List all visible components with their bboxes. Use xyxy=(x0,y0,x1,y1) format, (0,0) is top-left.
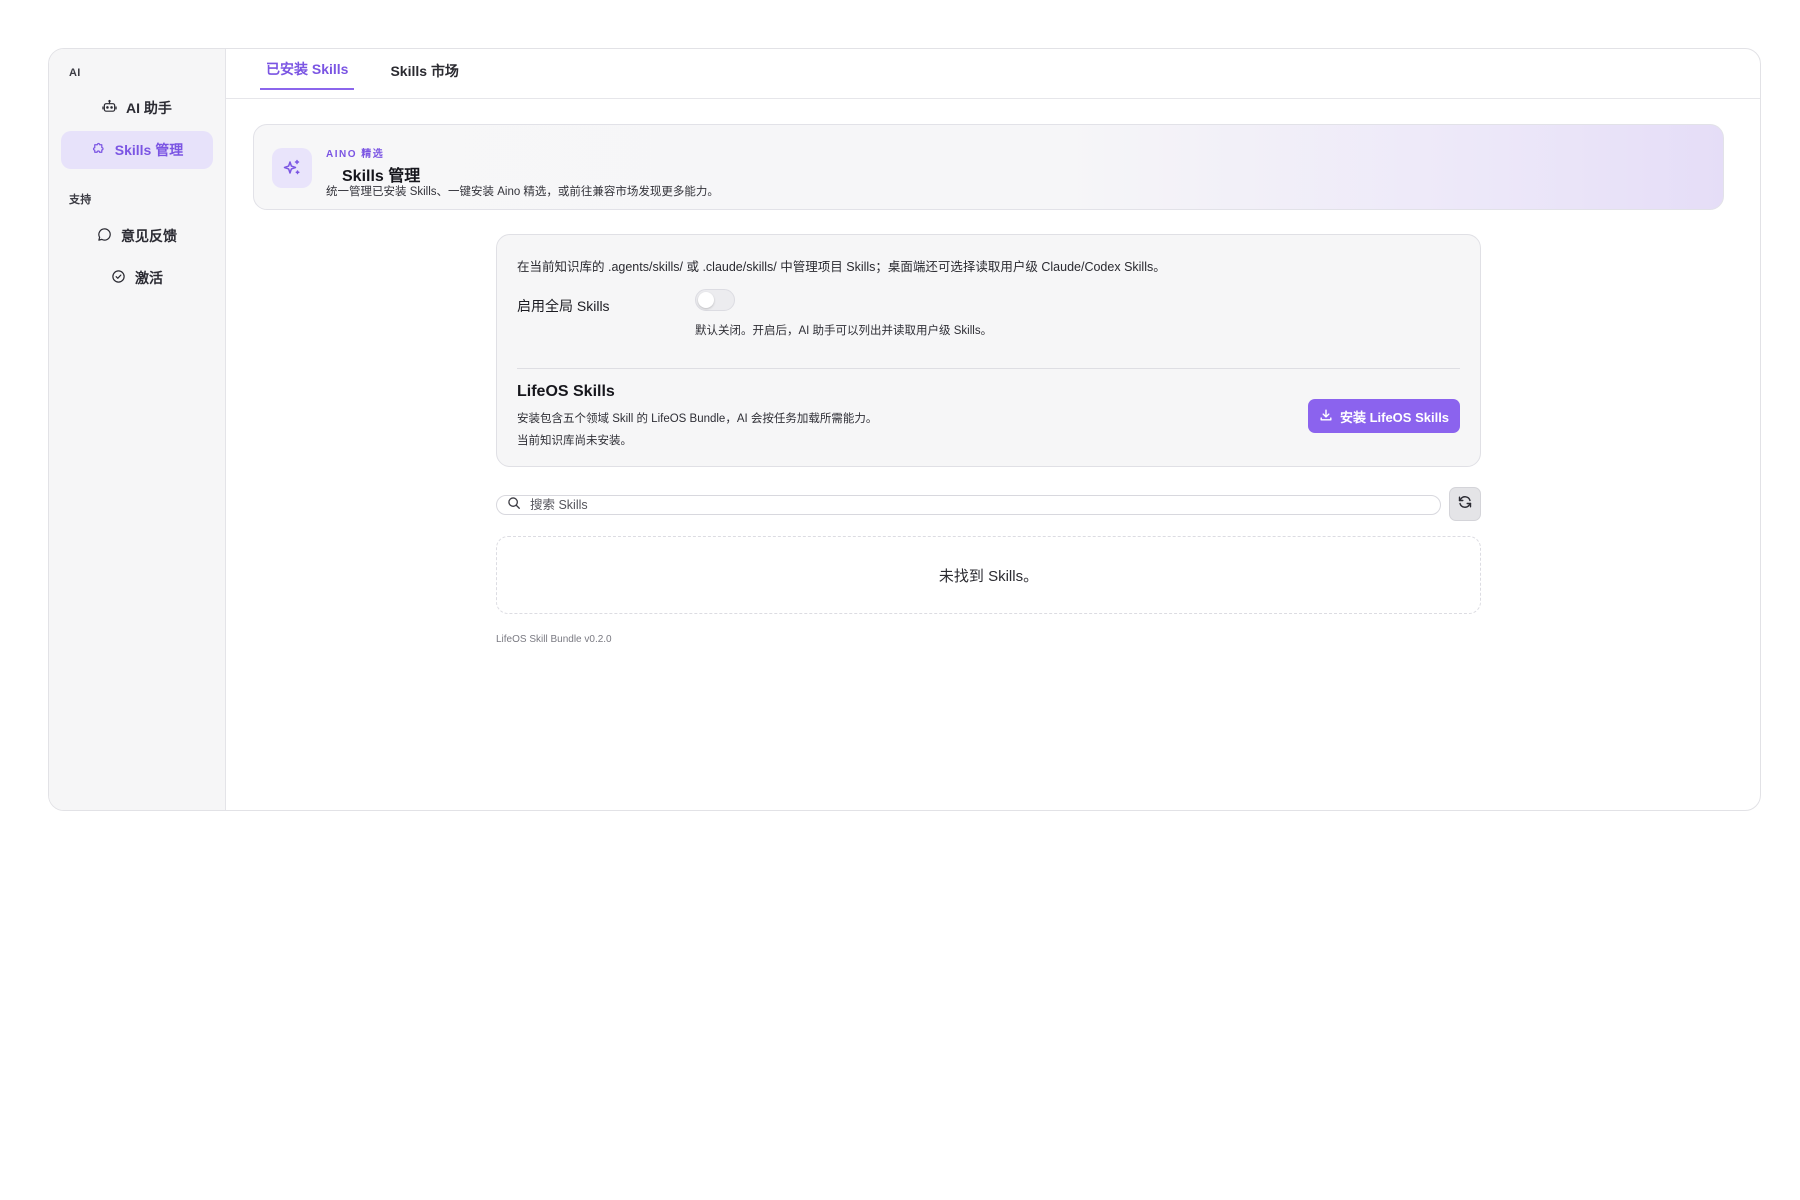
tab-installed-skills[interactable]: 已安装 Skills xyxy=(260,59,355,90)
refresh-icon xyxy=(1457,494,1473,515)
sidebar-section-support: 支持 xyxy=(69,194,92,206)
toggle-knob xyxy=(698,292,714,308)
app-window: AI AI 助手 Skills 管理 支持 意见反馈 激活 已安装 Skills… xyxy=(48,48,1761,811)
refresh-button[interactable] xyxy=(1449,487,1481,521)
tab-skills-market[interactable]: Skills 市场 xyxy=(384,61,464,90)
lifeos-title: LifeOS Skills xyxy=(517,383,615,400)
global-skills-toggle[interactable] xyxy=(695,289,735,311)
sidebar-item-activate[interactable]: 激活 xyxy=(61,259,213,297)
tab-bar: 已安装 Skills Skills 市场 xyxy=(226,49,1760,99)
sidebar: AI AI 助手 Skills 管理 支持 意见反馈 激活 xyxy=(49,49,226,810)
search-row xyxy=(496,487,1481,521)
search-icon xyxy=(507,496,521,515)
hero-tag: AINO 精选 xyxy=(326,149,385,160)
panel-intro: 在当前知识库的 .agents/skills/ 或 .claude/skills… xyxy=(517,260,1166,274)
lifeos-description: 安装包含五个领域 Skill 的 LifeOS Bundle，AI 会按任务加载… xyxy=(517,413,878,425)
settings-panel: 在当前知识库的 .agents/skills/ 或 .claude/skills… xyxy=(496,234,1481,467)
sidebar-item-label: 意见反馈 xyxy=(121,228,177,244)
global-skills-label: 启用全局 Skills xyxy=(517,298,610,314)
robot-icon xyxy=(102,99,117,117)
global-skills-hint: 默认关闭。开启后，AI 助手可以列出并读取用户级 Skills。 xyxy=(695,325,993,337)
divider xyxy=(517,368,1460,369)
empty-state: 未找到 Skills。 xyxy=(496,536,1481,614)
lifeos-status: 当前知识库尚未安装。 xyxy=(517,435,632,447)
version-label: LifeOS Skill Bundle v0.2.0 xyxy=(496,634,612,645)
sidebar-section-ai: AI xyxy=(69,67,81,79)
main-content: 已安装 Skills Skills 市场 AINO 精选 Skills 管理 统… xyxy=(226,49,1760,810)
sidebar-item-label: AI 助手 xyxy=(126,100,172,116)
search-input[interactable] xyxy=(530,498,1410,512)
install-button-label: 安装 LifeOS Skills xyxy=(1339,409,1450,425)
sidebar-item-label: 激活 xyxy=(135,270,163,286)
search-box[interactable] xyxy=(496,495,1441,515)
sparkles-icon xyxy=(272,148,312,188)
puzzle-icon xyxy=(91,141,106,159)
sidebar-item-feedback[interactable]: 意见反馈 xyxy=(61,217,213,255)
sidebar-item-ai-assistant[interactable]: AI 助手 xyxy=(61,89,213,127)
sidebar-item-skills[interactable]: Skills 管理 xyxy=(61,131,213,169)
install-lifeos-button[interactable]: 安装 LifeOS Skills xyxy=(1308,399,1460,433)
hero-description: 统一管理已安装 Skills、一键安装 Aino 精选，或前往兼容市场发现更多能… xyxy=(326,186,719,198)
sidebar-item-label: Skills 管理 xyxy=(114,142,184,158)
message-icon xyxy=(97,227,112,245)
check-circle-icon xyxy=(111,269,126,287)
download-icon xyxy=(1319,408,1333,425)
hero-banner: AINO 精选 Skills 管理 统一管理已安装 Skills、一键安装 Ai… xyxy=(253,124,1724,210)
